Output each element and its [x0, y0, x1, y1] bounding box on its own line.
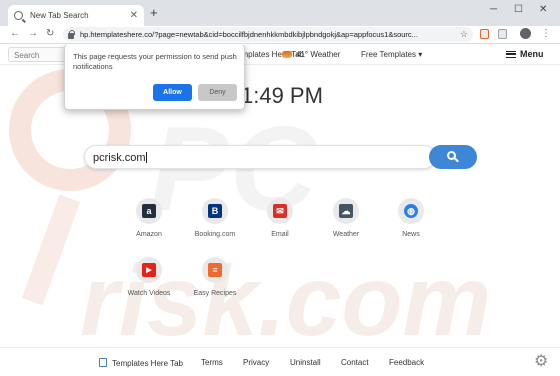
footer-contact-link[interactable]: Contact: [341, 358, 369, 367]
browser-toolbar: ← → ↻ hp.htemplateshere.co/?page=newtab&…: [0, 26, 560, 44]
menu-label: Menu: [520, 49, 544, 59]
top-search-input[interactable]: Search: [8, 47, 68, 62]
free-templates-dropdown[interactable]: Free Templates ▾: [361, 50, 422, 59]
menu-button[interactable]: Menu: [506, 49, 544, 59]
amazon-icon: a: [142, 204, 156, 218]
tab-search-icon: [14, 11, 23, 20]
deny-button[interactable]: Deny: [198, 84, 237, 101]
youtube-icon: ▶: [142, 263, 156, 277]
chrome-menu-icon[interactable]: ⋮: [541, 28, 551, 39]
tile-label: Weather: [332, 231, 360, 238]
search-button[interactable]: [429, 145, 477, 169]
tile-email[interactable]: ✉ Email: [253, 198, 307, 238]
search-query: pcrisk.com: [93, 152, 146, 164]
allow-button[interactable]: Allow: [153, 84, 192, 101]
footer-feedback-link[interactable]: Feedback: [389, 358, 424, 367]
footer-brand-text: Templates Here Tab: [112, 359, 183, 368]
globe-icon: ◍: [404, 204, 418, 218]
lock-icon: [68, 29, 75, 39]
account-icon[interactable]: [520, 28, 531, 39]
tile-label: Watch Videos: [127, 290, 171, 297]
weather-icon: ☁: [339, 204, 353, 218]
tab-close-icon[interactable]: ✕: [130, 10, 138, 21]
extension-icon[interactable]: [480, 29, 489, 39]
maximize-icon[interactable]: ☐: [514, 4, 523, 15]
tile-weather[interactable]: ☁ Weather: [319, 198, 373, 238]
browser-titlebar: New Tab Search ✕ + ─ ☐ ✕: [0, 0, 560, 26]
extension-puzzle-icon[interactable]: [498, 29, 507, 39]
tab-title: New Tab Search: [30, 11, 89, 20]
text-caret: [145, 152, 147, 163]
tile-label: Amazon: [136, 231, 162, 238]
footer-terms-link[interactable]: Terms: [201, 358, 223, 367]
email-icon: ✉: [273, 204, 287, 218]
booking-icon: B: [208, 204, 222, 218]
forward-icon[interactable]: →: [28, 28, 38, 39]
footer-uninstall-link[interactable]: Uninstall: [290, 358, 321, 367]
browser-tab[interactable]: New Tab Search ✕: [8, 5, 144, 26]
page-content: PC risk.com Search Templates Here Tab 41…: [0, 45, 560, 376]
new-tab-button[interactable]: +: [150, 6, 158, 20]
weather-icon: [282, 51, 292, 58]
tile-label: News: [402, 231, 420, 238]
notification-permission-popup: This page requests your permission to se…: [64, 45, 245, 110]
weather-link[interactable]: 41° Weather: [282, 50, 340, 59]
recipes-icon: ≡: [208, 263, 222, 277]
template-icon: [99, 358, 107, 367]
weather-text: 41° Weather: [296, 50, 341, 59]
popup-message: This page requests your permission to se…: [73, 52, 237, 71]
hamburger-icon: [506, 51, 516, 58]
tile-watch-videos[interactable]: ▶ Watch Videos: [122, 257, 176, 297]
address-bar[interactable]: hp.htemplateshere.co/?page=newtab&cid=bo…: [63, 27, 473, 42]
magnifier-icon: [447, 151, 456, 160]
search-input[interactable]: pcrisk.com: [84, 145, 436, 169]
reload-icon[interactable]: ↻: [46, 28, 54, 39]
tile-label: Email: [271, 231, 289, 238]
clock-display: 1:49 PM: [241, 83, 323, 108]
gear-icon[interactable]: ⚙: [534, 354, 548, 370]
tile-booking[interactable]: B Booking.com: [188, 198, 242, 238]
page-footer: Templates Here Tab Terms Privacy Uninsta…: [0, 347, 560, 376]
footer-privacy-link[interactable]: Privacy: [243, 358, 269, 367]
tile-news[interactable]: ◍ News: [384, 198, 438, 238]
tile-label: Booking.com: [194, 231, 236, 238]
tile-label: Easy Recipes: [193, 290, 237, 297]
bookmark-star-icon[interactable]: ☆: [460, 29, 468, 40]
footer-brand-link[interactable]: Templates Here Tab: [99, 358, 183, 368]
tile-amazon[interactable]: a Amazon: [122, 198, 176, 238]
close-window-icon[interactable]: ✕: [539, 4, 547, 15]
minimize-icon[interactable]: ─: [490, 4, 497, 15]
back-icon[interactable]: ←: [10, 28, 20, 39]
tile-easy-recipes[interactable]: ≡ Easy Recipes: [188, 257, 242, 297]
url-text[interactable]: hp.htemplateshere.co/?page=newtab&cid=bo…: [80, 30, 460, 39]
